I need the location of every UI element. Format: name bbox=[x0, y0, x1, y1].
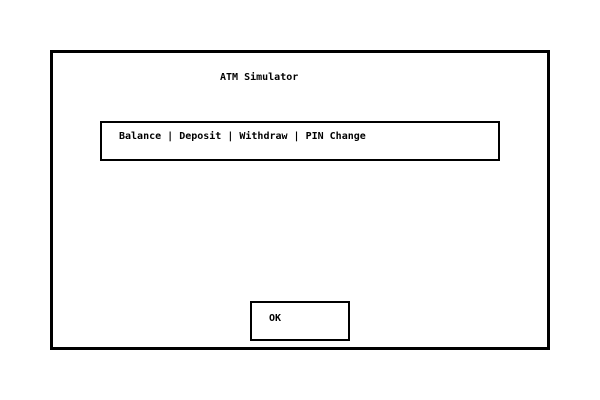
menu-item-pin-change[interactable]: PIN Change bbox=[306, 131, 366, 143]
menu-item-balance[interactable]: Balance bbox=[119, 131, 161, 143]
ok-button-label: OK bbox=[269, 313, 282, 324]
menu-item-withdraw[interactable]: Withdraw bbox=[239, 131, 287, 143]
menu-item-deposit[interactable]: Deposit bbox=[179, 131, 221, 143]
menu-items: Balance | Deposit | Withdraw | PIN Chang… bbox=[119, 131, 366, 143]
menu-bar: Balance | Deposit | Withdraw | PIN Chang… bbox=[100, 121, 500, 161]
menu-separator: | bbox=[293, 131, 300, 142]
atm-window: ATM Simulator Balance | Deposit | Withdr… bbox=[50, 50, 550, 350]
menu-separator: | bbox=[227, 131, 234, 142]
window-title: ATM Simulator bbox=[220, 72, 299, 83]
ok-button[interactable]: OK bbox=[250, 301, 350, 341]
menu-separator: | bbox=[167, 131, 174, 142]
